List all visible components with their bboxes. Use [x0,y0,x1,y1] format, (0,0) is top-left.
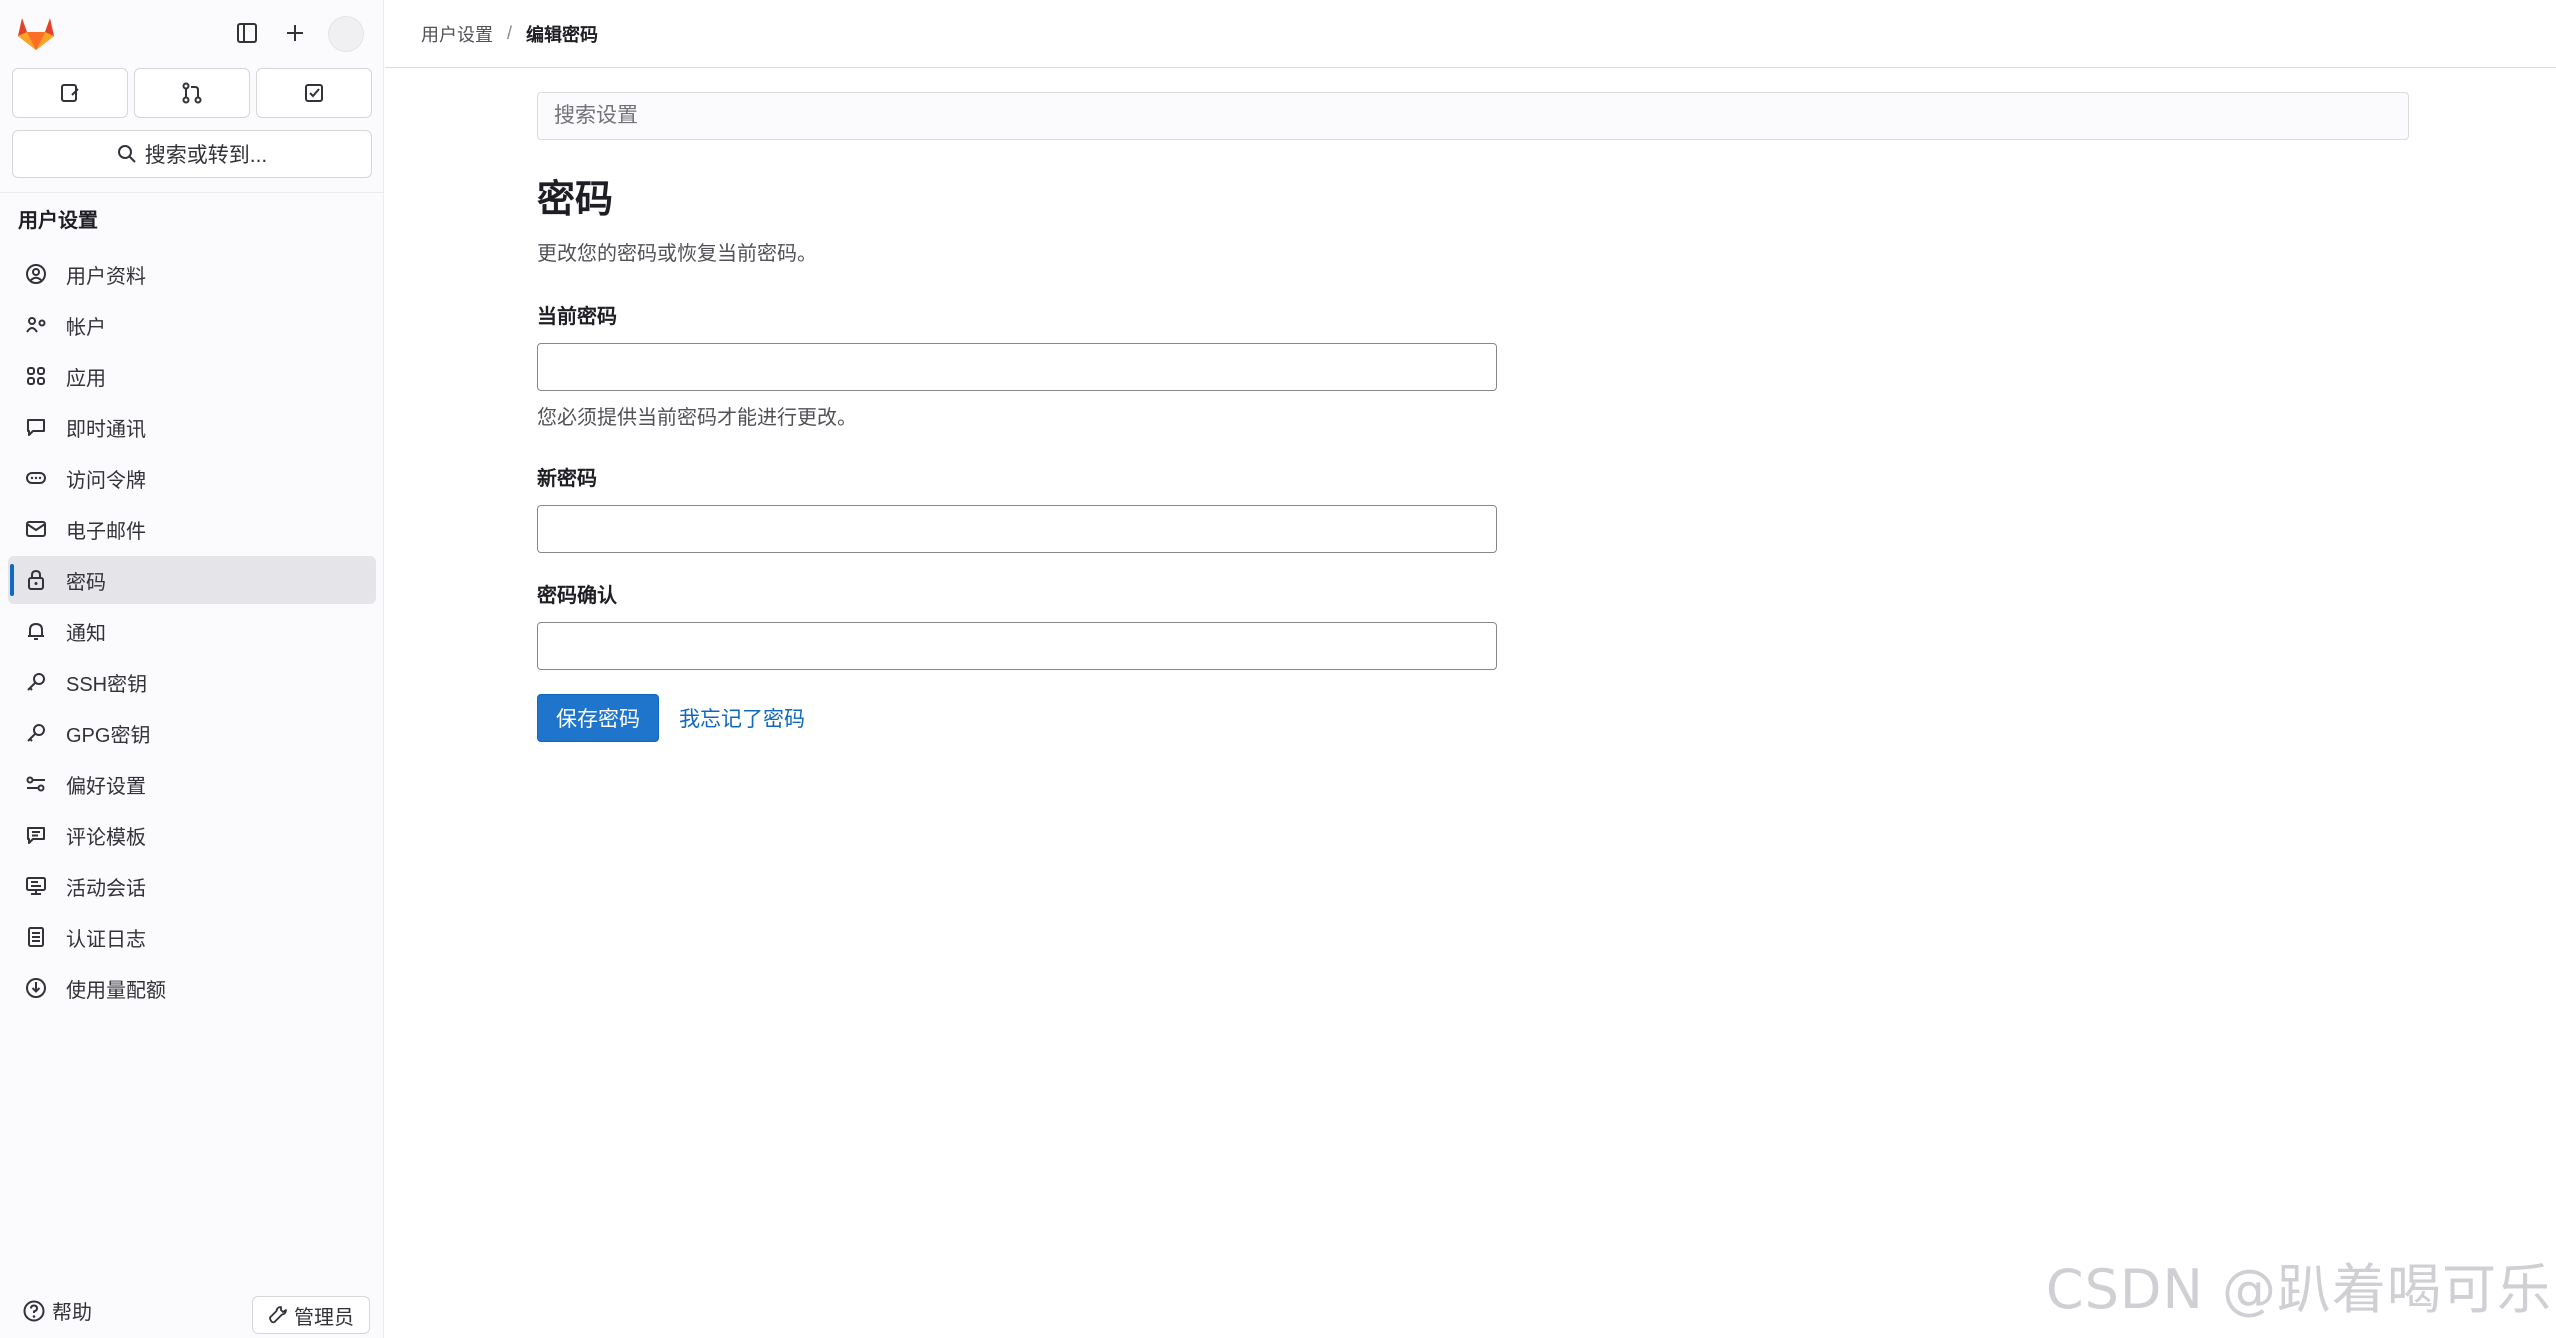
sidebar-item-access-tokens[interactable]: 访问令牌 [8,454,376,502]
confirm-password-field[interactable] [537,622,1497,670]
sidebar-item-emails[interactable]: 电子邮件 [8,505,376,553]
sidebar-divider [0,192,384,193]
token-icon [22,464,50,492]
main-content: 密码 更改您的密码或恢复当前密码。 当前密码 您必须提供当前密码才能进行更改。 … [537,92,2409,742]
sidebar-item-label: SSH密钥 [66,673,148,696]
sidebar-item-label: 电子邮件 [66,520,146,543]
plus-icon[interactable] [276,14,314,52]
merge-request-icon [182,82,202,104]
sidebar-item-profile[interactable]: 用户资料 [8,250,376,298]
sidebar-item-label: 帐户 [66,316,106,339]
current-password-hint: 您必须提供当前密码才能进行更改。 [537,407,857,429]
current-password-label: 当前密码 [537,306,617,328]
lock-icon [22,566,50,594]
merge-requests-button[interactable] [134,68,250,118]
chat-icon [22,413,50,441]
monitor-icon [22,872,50,900]
quick-actions [12,68,372,118]
sidebar-item-label: 访问令牌 [66,469,146,492]
new-password-field[interactable] [537,505,1497,553]
sidebar-item-label: GPG密钥 [66,724,151,747]
sidebar-item-preferences[interactable]: 偏好设置 [8,760,376,808]
sidebar-item-notifications[interactable]: 通知 [8,607,376,655]
sidebar-item-label: 评论模板 [66,826,146,849]
sidebar-item-account[interactable]: 帐户 [8,301,376,349]
sidebar-heading: 用户设置 [18,210,98,232]
profile-icon [22,260,50,288]
sidebar-item-label: 密码 [66,571,106,594]
sidebar-item-auth-log[interactable]: 认证日志 [8,913,376,961]
admin-label: 管理员 [294,1306,354,1329]
sidebar-item-ssh-keys[interactable]: SSH密钥 [8,658,376,706]
sidebar-item-label: 偏好设置 [66,775,146,798]
sidebar-item-label: 通知 [66,622,106,645]
comment-template-icon [22,821,50,849]
save-password-button[interactable]: 保存密码 [537,694,659,742]
account-icon [22,311,50,339]
forgot-password-link[interactable]: 我忘记了密码 [679,703,805,733]
avatar[interactable] [328,16,364,52]
sidebar-item-gpg-keys[interactable]: GPG密钥 [8,709,376,757]
preferences-icon [22,770,50,798]
sidebar-item-active-sessions[interactable]: 活动会话 [8,862,376,910]
admin-button[interactable]: 管理员 [252,1296,370,1334]
help-button[interactable]: 帮助 [22,1296,92,1325]
bell-icon [22,617,50,645]
breadcrumb-parent[interactable]: 用户设置 [421,21,493,47]
help-label: 帮助 [52,1302,92,1324]
watermark: CSDN @趴着喝可乐 [2045,1258,2552,1321]
log-icon [22,923,50,951]
sidebar-header [0,0,384,66]
sidebar-nav: 用户资料 帐户 应用 即时通讯 访问令牌 电子邮件 密码 通知 SSH密钥 GP… [8,250,376,1015]
help-icon [23,1300,45,1321]
new-password-label: 新密码 [537,468,597,490]
confirm-password-label: 密码确认 [537,585,617,607]
search-or-goto-button[interactable]: 搜索或转到... [12,130,372,178]
quota-icon [22,974,50,1002]
sidebar-item-label: 认证日志 [66,928,146,951]
sidebar-item-label: 用户资料 [66,265,146,288]
sidebar-item-label: 使用量配额 [66,979,166,1002]
sidebar: 搜索或转到... 用户设置 用户资料 帐户 应用 即时通讯 访问令牌 电子邮件 [0,0,384,1338]
key-icon [22,719,50,747]
applications-icon [22,362,50,390]
todo-icon [305,84,323,102]
current-password-field[interactable] [537,343,1497,391]
breadcrumb-current[interactable]: 编辑密码 [526,21,598,47]
sidebar-item-applications[interactable]: 应用 [8,352,376,400]
sidebar-item-label: 即时通讯 [66,418,146,441]
sidebar-item-comment-templates[interactable]: 评论模板 [8,811,376,859]
search-or-goto-label: 搜索或转到... [144,144,268,167]
breadcrumb-separator: / [507,23,513,43]
issues-icon [61,84,79,102]
page-title: 密码 [537,179,614,221]
sidebar-toggle-icon[interactable] [228,14,266,52]
sidebar-item-usage-quotas[interactable]: 使用量配额 [8,964,376,1012]
gitlab-logo-icon[interactable] [14,12,58,52]
settings-search-input[interactable] [537,92,2409,140]
mail-icon [22,515,50,543]
search-icon [117,145,136,163]
sidebar-item-label: 活动会话 [66,877,146,900]
breadcrumb: 用户设置 / 编辑密码 [385,0,2556,68]
sidebar-item-password[interactable]: 密码 [8,556,376,604]
key-icon [22,668,50,696]
sidebar-item-chat[interactable]: 即时通讯 [8,403,376,451]
form-actions: 保存密码 我忘记了密码 [537,694,2409,742]
issues-button[interactable] [12,68,128,118]
todo-button[interactable] [256,68,372,118]
page-description: 更改您的密码或恢复当前密码。 [537,243,817,265]
sidebar-item-label: 应用 [66,367,106,390]
wrench-icon [269,1306,287,1324]
